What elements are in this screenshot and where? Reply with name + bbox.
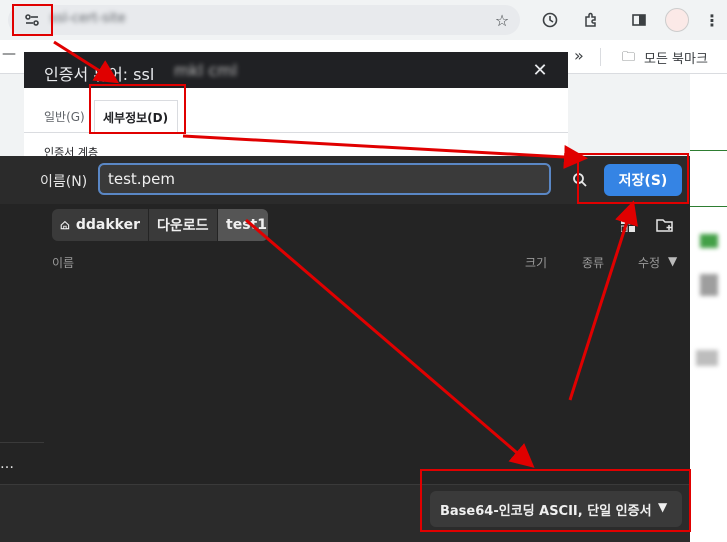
annotation-arrow: [245, 218, 535, 468]
annotation-arrow: [568, 200, 638, 401]
annotation-arrows: [53, 40, 638, 468]
annotation-arrow: [53, 40, 120, 84]
annotation-arrow: [182, 134, 588, 169]
